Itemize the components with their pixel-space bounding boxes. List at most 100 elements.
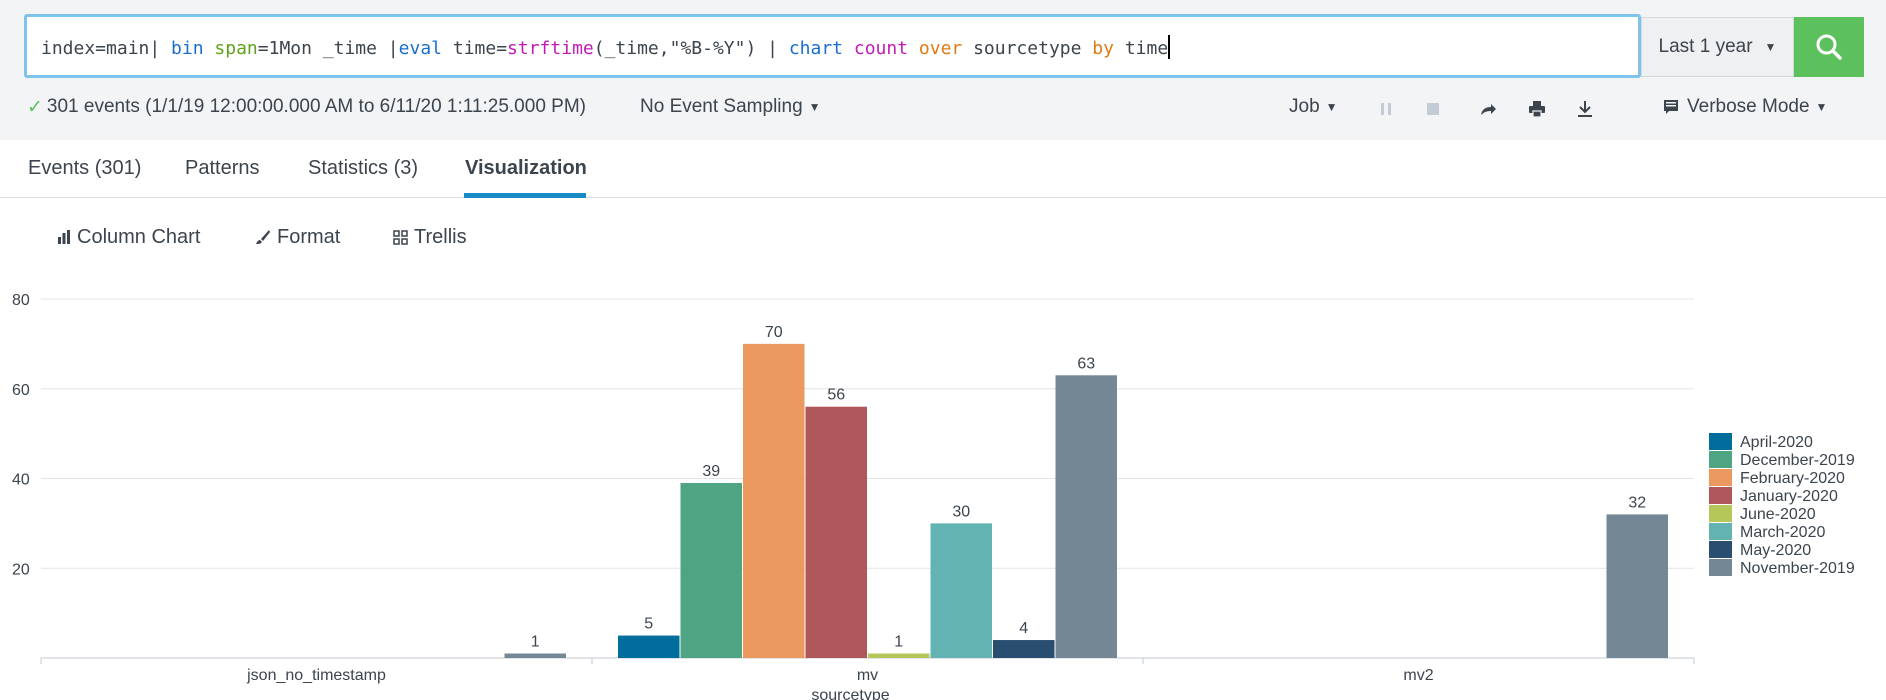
- stop-button[interactable]: [1422, 98, 1444, 120]
- legend-swatch: [1709, 559, 1732, 576]
- query-token: count: [853, 38, 909, 59]
- legend-label: November-2019: [1740, 560, 1855, 577]
- legend-swatch: [1709, 523, 1732, 540]
- x-tick-label: mv: [857, 667, 878, 684]
- bar: [1055, 375, 1117, 658]
- query-token: index=main|: [41, 38, 172, 59]
- stop-icon: [1427, 103, 1439, 115]
- data-label: 5: [644, 616, 653, 633]
- bar: [1606, 514, 1668, 658]
- search-button[interactable]: [1794, 17, 1864, 77]
- query-token: time=: [442, 38, 508, 59]
- legend-label: December-2019: [1740, 452, 1855, 469]
- time-range-label: Last 1 year: [1658, 36, 1753, 57]
- legend-label: June-2020: [1740, 506, 1816, 523]
- mode-icon: [1664, 100, 1678, 114]
- bar: [618, 635, 680, 658]
- legend-swatch: [1709, 505, 1732, 522]
- results-tabs: Events (301) Patterns Statistics (3) Vis…: [0, 140, 1886, 198]
- data-label: 63: [1077, 355, 1095, 372]
- search-query-text[interactable]: index=main| bin span=1Mon _time |eval ti…: [41, 35, 1171, 59]
- tab-visualization[interactable]: Visualization: [465, 157, 587, 180]
- event-sampling-dropdown[interactable]: No Event Sampling ▼: [640, 94, 821, 120]
- tab-events[interactable]: Events (301): [28, 157, 141, 180]
- bar: [680, 482, 742, 658]
- format-label: Format: [277, 225, 341, 248]
- caret-down-icon: ▼: [1764, 40, 1777, 54]
- events-summary-text: 301 events (1/1/19 12:00:00.000 AM to 6/…: [46, 96, 586, 117]
- query-token: time: [1113, 38, 1169, 59]
- data-label: 30: [952, 503, 970, 520]
- data-label: 1: [894, 634, 903, 651]
- query-token: strftime: [507, 38, 594, 59]
- x-tick-label: mv2: [1403, 667, 1433, 684]
- query-token: chart: [788, 38, 844, 59]
- legend-label: March-2020: [1740, 524, 1825, 541]
- share-button[interactable]: [1477, 98, 1499, 120]
- data-label: 39: [702, 463, 720, 480]
- bar: [805, 406, 867, 658]
- bar: [930, 523, 992, 658]
- query-token: sourcetype: [962, 38, 1093, 59]
- query-token: =1Mon _time |: [257, 38, 399, 59]
- trellis-label: Trellis: [414, 225, 467, 248]
- check-icon: ✓: [27, 96, 43, 118]
- query-token: by: [1092, 38, 1114, 59]
- x-axis-title: sourcetype: [811, 687, 889, 700]
- tab-patterns[interactable]: Patterns: [185, 157, 259, 180]
- bar-chart-icon: [58, 230, 70, 244]
- data-label: 56: [827, 387, 845, 404]
- y-tick-label: 80: [12, 292, 30, 309]
- legend-swatch: [1709, 487, 1732, 504]
- bar: [993, 640, 1055, 658]
- export-button[interactable]: [1574, 98, 1596, 120]
- legend-swatch: [1709, 541, 1732, 558]
- pause-button[interactable]: [1375, 98, 1397, 120]
- format-button[interactable]: Format: [255, 224, 340, 250]
- data-label: 1: [531, 634, 540, 651]
- active-tab-indicator: [464, 193, 586, 198]
- brush-icon: [256, 230, 270, 244]
- job-menu[interactable]: Job ▼: [1289, 94, 1338, 120]
- trellis-icon: [393, 229, 408, 245]
- trellis-button[interactable]: Trellis: [393, 224, 467, 250]
- query-token: span: [214, 38, 258, 59]
- print-button[interactable]: [1526, 98, 1548, 120]
- y-tick-label: 40: [12, 472, 30, 489]
- query-token: over: [918, 38, 963, 59]
- tab-statistics[interactable]: Statistics (3): [308, 157, 418, 180]
- events-summary: ✓ 301 events (1/1/19 12:00:00.000 AM to …: [27, 94, 586, 120]
- bar: [743, 343, 805, 658]
- search-mode-label: Verbose Mode: [1687, 96, 1810, 117]
- caret-down-icon: ▼: [1325, 100, 1338, 114]
- query-token: bin: [171, 38, 204, 59]
- legend-label: May-2020: [1740, 542, 1811, 559]
- legend-label: February-2020: [1740, 470, 1845, 487]
- legend-label: April-2020: [1740, 434, 1813, 451]
- y-tick-label: 20: [12, 561, 30, 578]
- legend-swatch: [1709, 451, 1732, 468]
- bar: [504, 653, 566, 658]
- query-token: (_time,"%B-%Y") |: [593, 38, 789, 59]
- search-mode-dropdown[interactable]: Verbose Mode ▼: [1663, 94, 1827, 120]
- pause-icon: [1381, 103, 1391, 115]
- query-token: [204, 38, 215, 59]
- query-token: [908, 38, 919, 59]
- job-label: Job: [1289, 96, 1320, 117]
- legend-swatch: [1709, 433, 1732, 450]
- data-label: 32: [1628, 494, 1646, 511]
- legend-label: January-2020: [1740, 488, 1838, 505]
- caret-down-icon: ▼: [808, 100, 821, 114]
- legend-swatch: [1709, 469, 1732, 486]
- print-icon: [1529, 101, 1545, 118]
- chart-type-button[interactable]: Column Chart: [57, 224, 200, 250]
- text-cursor: [1168, 35, 1171, 59]
- share-icon: [1481, 104, 1496, 115]
- search-input[interactable]: index=main| bin span=1Mon _time |eval ti…: [24, 14, 1641, 78]
- chart-type-label: Column Chart: [77, 225, 201, 248]
- time-range-picker[interactable]: Last 1 year ▼: [1641, 17, 1794, 77]
- query-token: [843, 38, 854, 59]
- data-label: 4: [1019, 620, 1028, 637]
- column-chart: 20 40 60 80 json_no_timestamp 1 mv 5 39 70 56 1 30 4 6…: [12, 292, 1855, 700]
- data-label: 70: [765, 324, 783, 341]
